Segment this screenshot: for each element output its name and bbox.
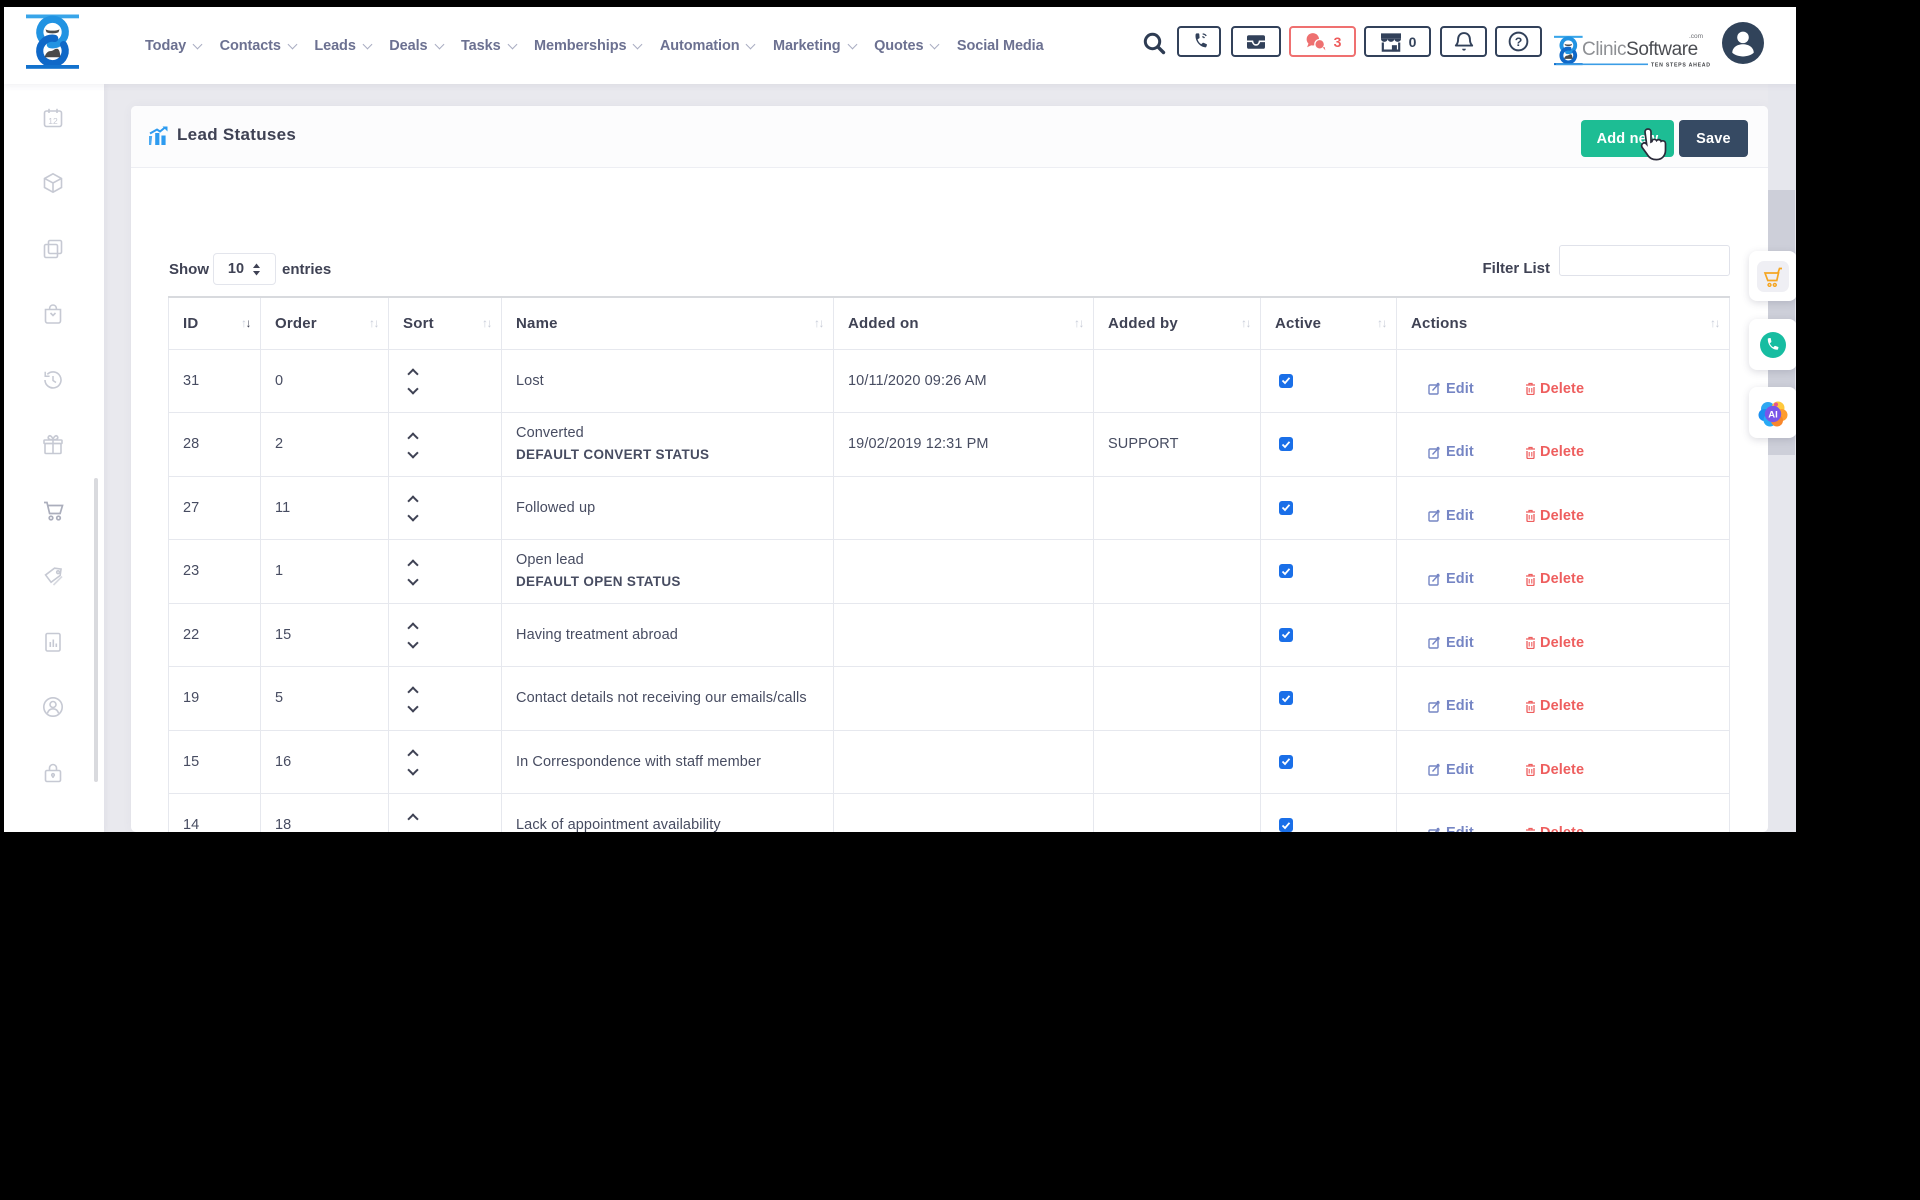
svg-text:.com: .com [1689, 33, 1703, 40]
svg-text:AI: AI [1768, 409, 1778, 420]
svg-text:ClinicSoftware: ClinicSoftware [1582, 39, 1698, 60]
svg-text:?: ? [1515, 35, 1523, 49]
svg-text:TEN STEPS AHEAD: TEN STEPS AHEAD [1651, 63, 1710, 69]
svg-text:12: 12 [48, 116, 58, 126]
